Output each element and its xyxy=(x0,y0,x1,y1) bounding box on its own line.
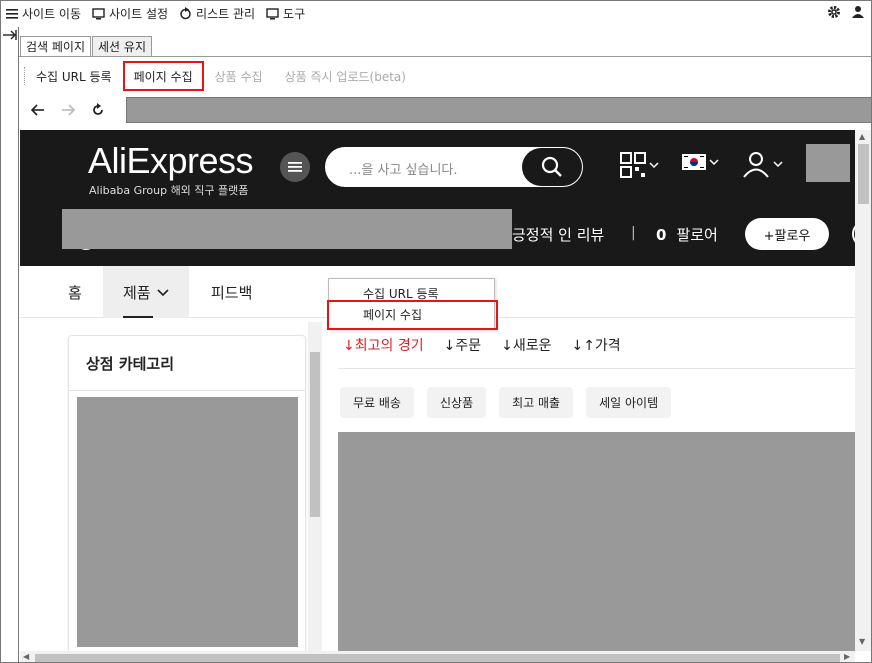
horizontal-scrollbar[interactable]: ◀ ▶ xyxy=(20,651,855,662)
logo-subtitle: Alibaba Group 해외 직구 플랫폼 xyxy=(89,184,249,197)
followers: 0 팔로어 xyxy=(656,224,718,245)
horizontal-scroll-thumb[interactable] xyxy=(35,654,840,662)
product-grid-redacted xyxy=(338,432,855,662)
sort-divider xyxy=(338,368,855,369)
menu-site-settings[interactable]: 사이트 설정 xyxy=(92,5,168,22)
filter-chips: 무료 배송 신상품 최고 매출 세일 아이템 xyxy=(340,387,684,418)
dropdown-register-url[interactable]: 수집 URL 등록 xyxy=(363,285,439,302)
vertical-scrollbar[interactable]: ▲ ▼ xyxy=(855,130,871,651)
chip-top-selling[interactable]: 최고 매출 xyxy=(499,387,574,418)
account-icon[interactable] xyxy=(742,150,783,178)
tab-session-keep[interactable]: 세션 유지 xyxy=(92,36,152,57)
refresh-icon xyxy=(179,7,192,20)
chip-free-shipping[interactable]: 무료 배송 xyxy=(340,387,414,418)
store-name-redacted xyxy=(62,209,512,249)
qr-code-icon[interactable] xyxy=(620,152,659,178)
menu-list-manage-label: 리스트 관리 xyxy=(196,7,256,21)
scroll-up-icon[interactable]: ▲ xyxy=(859,132,865,141)
nav-products-label: 제품 xyxy=(123,283,151,302)
inner-scrollbar[interactable] xyxy=(308,322,322,662)
reload-icon[interactable] xyxy=(83,103,113,117)
vertical-scroll-thumb[interactable] xyxy=(858,144,869,204)
sort-price[interactable]: ↓↑가격 xyxy=(571,335,620,355)
panel-divider xyxy=(18,27,19,662)
search-input[interactable]: ...을 사고 싶습니다. xyxy=(325,147,583,187)
chip-sale-items[interactable]: 세일 아이템 xyxy=(586,387,672,418)
cart-redacted[interactable] xyxy=(806,144,850,182)
back-arrow-icon[interactable] xyxy=(23,104,53,116)
tab-underline xyxy=(19,56,871,57)
menu-tools[interactable]: 도구 xyxy=(266,5,305,22)
menu-icon xyxy=(6,8,18,19)
register-url-button[interactable]: 수집 URL 등록 xyxy=(25,61,123,91)
followers-count: 0 xyxy=(656,226,667,244)
scroll-left-icon[interactable]: ◀ xyxy=(23,652,29,661)
category-list-redacted xyxy=(77,397,298,647)
inner-scroll-thumb[interactable] xyxy=(310,352,320,517)
store-header: AliExpress Alibaba Group 해외 직구 플랫폼 ...을 … xyxy=(20,130,871,266)
gear-icon[interactable] xyxy=(827,5,841,22)
nav-products[interactable]: 제품 xyxy=(103,266,189,318)
chip-new-arrivals[interactable]: 신상품 xyxy=(426,387,487,418)
follow-button[interactable]: +팔로우 xyxy=(745,218,829,250)
instant-upload-button[interactable]: 상품 즉시 업로드(beta) xyxy=(274,61,417,91)
divider: | xyxy=(631,225,636,241)
monitor-icon xyxy=(266,7,279,20)
collapse-arrow-icon[interactable] xyxy=(3,29,17,44)
top-menu-bar: 사이트 이동 사이트 설정 리스트 관리 도구 xyxy=(1,1,871,26)
monitor-icon xyxy=(92,7,105,20)
hamburger-icon[interactable] xyxy=(280,152,310,182)
category-divider xyxy=(69,390,305,391)
sort-orders[interactable]: ↓주문 xyxy=(444,335,482,355)
korea-flag-icon[interactable] xyxy=(682,154,719,170)
dropdown-collect-page[interactable]: 페이지 수집 xyxy=(327,300,498,330)
toolbar: 수집 URL 등록 페이지 수집 상품 수집 상품 즉시 업로드(beta) xyxy=(25,61,417,91)
positive-reviews: 긍정적 인 리뷰 xyxy=(512,226,605,244)
category-panel: 상점 카테고리 xyxy=(68,335,306,662)
search-icon[interactable] xyxy=(522,148,582,186)
tab-bar: 검색 페이지 세션 유지 xyxy=(20,36,153,57)
url-input[interactable] xyxy=(126,97,871,123)
nav-home[interactable]: 홈 xyxy=(68,266,82,318)
menu-tools-label: 도구 xyxy=(283,7,306,21)
active-underline xyxy=(123,316,153,318)
aliexpress-logo[interactable]: AliExpress xyxy=(88,140,254,182)
context-dropdown: 수집 URL 등록 페이지 수집 xyxy=(327,278,498,330)
menu-site-settings-label: 사이트 설정 xyxy=(109,7,169,21)
sort-options: ↓최고의 경기 ↓주문 ↓새로운 ↓↑가격 xyxy=(343,335,641,355)
scroll-down-icon[interactable]: ▼ xyxy=(859,637,865,646)
category-title: 상점 카테고리 xyxy=(86,355,175,373)
forward-arrow-icon[interactable] xyxy=(53,104,83,116)
collect-page-button[interactable]: 페이지 수집 xyxy=(122,61,204,91)
app-window: 사이트 이동 사이트 설정 리스트 관리 도구 검색 페이지 세션 유지 수집 … xyxy=(0,0,872,663)
menu-list-manage[interactable]: 리스트 관리 xyxy=(179,5,255,22)
sort-best-match[interactable]: ↓최고의 경기 xyxy=(343,335,424,355)
tab-search-page[interactable]: 검색 페이지 xyxy=(20,36,92,57)
chevron-down-icon xyxy=(157,283,169,301)
collect-product-button[interactable]: 상품 수집 xyxy=(204,61,274,91)
menu-site-move-label: 사이트 이동 xyxy=(22,7,82,21)
sort-newest[interactable]: ↓새로운 xyxy=(501,335,551,355)
webview: AliExpress Alibaba Group 해외 직구 플랫폼 ...을 … xyxy=(20,130,871,662)
search-placeholder: ...을 사고 싶습니다. xyxy=(349,163,458,178)
followers-label: 팔로어 xyxy=(676,226,718,244)
nav-feedback[interactable]: 피드백 xyxy=(211,266,252,318)
person-icon[interactable] xyxy=(851,5,865,22)
menu-site-move[interactable]: 사이트 이동 xyxy=(6,5,81,22)
scroll-right-icon[interactable]: ▶ xyxy=(844,652,850,661)
